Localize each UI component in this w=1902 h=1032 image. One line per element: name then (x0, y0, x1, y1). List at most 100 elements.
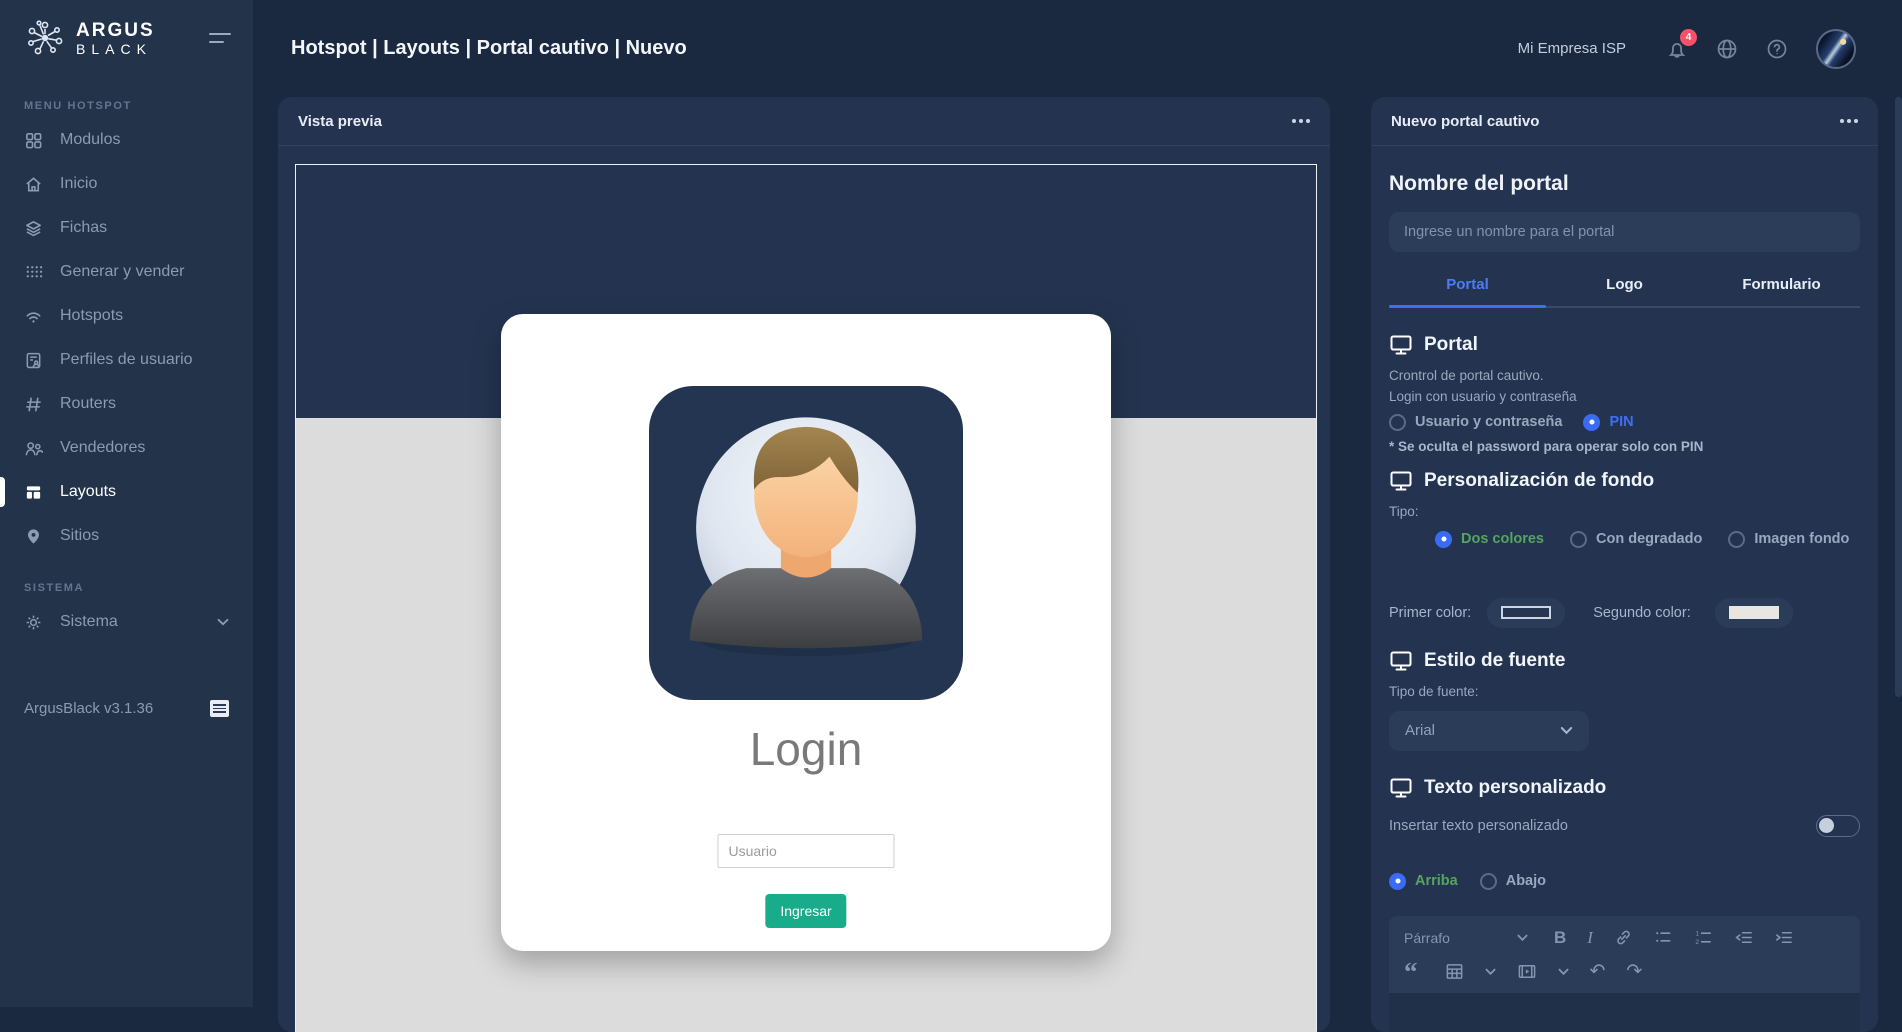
company-name: Mi Empresa ISP (1518, 40, 1626, 57)
globe-icon[interactable] (1715, 37, 1739, 61)
chevron-down-icon[interactable] (1485, 968, 1496, 976)
font-select[interactable]: Arial (1389, 711, 1589, 751)
svg-text:1: 1 (1695, 931, 1699, 938)
sidebar-item-routers[interactable]: Routers (0, 382, 253, 426)
sidebar-item-vendedores[interactable]: Vendedores (0, 426, 253, 470)
monitor-icon (1389, 777, 1413, 799)
sidebar-item-label: Sitios (60, 527, 99, 545)
tab-formulario[interactable]: Formulario (1703, 276, 1860, 306)
sidebar-item-label: Modulos (60, 131, 120, 149)
portal-name-input[interactable] (1389, 212, 1860, 252)
ellipsis-menu-icon[interactable] (1840, 119, 1858, 123)
portal-name-heading: Nombre del portal (1389, 172, 1860, 196)
sidebar-item-label: Sistema (60, 613, 118, 631)
section-title: Portal (1424, 334, 1478, 356)
editor-content-area[interactable] (1389, 993, 1860, 1032)
radio-usuario-contrasena[interactable] (1389, 414, 1406, 431)
section-title: Personalización de fondo (1424, 470, 1654, 492)
redo-icon[interactable]: ↷ (1626, 960, 1642, 983)
text-position-options: Arriba Abajo (1389, 873, 1860, 890)
login-username-input[interactable] (718, 834, 895, 868)
toolbar-row-2: “ ↶ ↷ (1404, 960, 1845, 984)
outdent-icon[interactable] (1734, 928, 1753, 947)
sidebar-item-sistema[interactable]: Sistema (0, 600, 253, 644)
background-section-heading: Personalización de fondo (1389, 470, 1860, 492)
app-version-label: ArgusBlack v3.1.36 (24, 700, 153, 717)
sidebar-item-generar-y-vender[interactable]: Generar y vender (0, 250, 253, 294)
radio-label-pin[interactable]: PIN (1609, 414, 1633, 430)
sidebar-item-modulos[interactable]: Modulos (0, 118, 253, 162)
sidebar-item-hotspots[interactable]: Hotspots (0, 294, 253, 338)
hash-icon (24, 395, 43, 414)
sidebar-item-label: Generar y vender (60, 263, 185, 281)
notifications-bell-icon[interactable]: 4 (1665, 37, 1689, 61)
pin-note: * Se oculta el password para operar solo… (1389, 439, 1860, 454)
tab-logo[interactable]: Logo (1546, 276, 1703, 306)
header-actions: Mi Empresa ISP 4 (1518, 29, 1856, 69)
insert-table-icon[interactable] (1445, 962, 1464, 981)
map-pin-icon (24, 527, 43, 546)
gear-icon (24, 613, 43, 632)
monitor-icon (1389, 650, 1413, 672)
page-scrollbar[interactable] (1895, 97, 1902, 1007)
layers-icon (24, 219, 43, 238)
sidebar-item-perfiles-de-usuario[interactable]: Perfiles de usuario (0, 338, 253, 382)
login-submit-button[interactable]: Ingresar (765, 894, 846, 928)
radio-label-dos-colores[interactable]: Dos colores (1461, 531, 1544, 547)
sidebar-collapse-icon[interactable] (209, 33, 231, 43)
bulleted-list-icon[interactable] (1654, 928, 1673, 947)
link-icon[interactable] (1614, 928, 1633, 947)
section-title: Estilo de fuente (1424, 650, 1565, 672)
sidebar-section-sistema: SISTEMA (0, 558, 253, 600)
radio-con-degradado[interactable] (1570, 531, 1587, 548)
sidebar-item-sitios[interactable]: Sitios (0, 514, 253, 558)
radio-label-usuario[interactable]: Usuario y contraseña (1415, 414, 1562, 430)
radio-label-imagen-fondo[interactable]: Imagen fondo (1754, 531, 1849, 547)
argus-network-logo-icon (24, 17, 66, 59)
blockquote-icon[interactable]: “ (1404, 965, 1418, 979)
sidebar-item-inicio[interactable]: Inicio (0, 162, 253, 206)
font-select-value: Arial (1405, 722, 1435, 739)
undo-icon[interactable]: ↶ (1590, 960, 1606, 983)
login-title: Login (501, 722, 1111, 776)
second-color-swatch (1729, 606, 1779, 619)
radio-pin[interactable] (1583, 414, 1600, 431)
sidebar-item-layouts[interactable]: Layouts (0, 470, 253, 514)
ellipsis-menu-icon[interactable] (1292, 119, 1310, 123)
radio-dos-colores[interactable] (1435, 531, 1452, 548)
custom-text-toggle[interactable] (1816, 815, 1860, 837)
radio-abajo[interactable] (1480, 873, 1497, 890)
radio-label-arriba[interactable]: Arriba (1415, 873, 1458, 889)
radio-label-abajo[interactable]: Abajo (1506, 873, 1546, 889)
insert-media-icon[interactable] (1517, 962, 1537, 981)
svg-text:2: 2 (1695, 939, 1699, 946)
bold-button[interactable]: B (1554, 928, 1566, 948)
second-color-label: Segundo color: (1593, 605, 1691, 621)
help-icon[interactable] (1765, 37, 1789, 61)
radio-label-con-degradado[interactable]: Con degradado (1596, 531, 1702, 547)
user-profile-file-icon (24, 351, 43, 370)
radio-arriba[interactable] (1389, 873, 1406, 890)
chevron-down-icon[interactable] (1558, 968, 1569, 976)
italic-button[interactable]: I (1587, 928, 1593, 948)
paragraph-style-dropdown[interactable]: Párrafo (1404, 930, 1496, 946)
user-avatar[interactable] (1816, 29, 1856, 69)
first-color-label: Primer color: (1389, 605, 1471, 621)
sidebar-item-fichas[interactable]: Fichas (0, 206, 253, 250)
tab-portal[interactable]: Portal (1389, 276, 1546, 306)
logo-line1: ARGUS (76, 21, 155, 40)
chevron-down-icon (217, 618, 229, 626)
chevron-down-icon[interactable] (1517, 934, 1528, 942)
second-color-picker[interactable] (1715, 598, 1793, 628)
first-color-picker[interactable] (1487, 598, 1565, 628)
portal-desc-line1: Crontrol de portal cautivo. (1389, 366, 1860, 387)
numbered-list-icon[interactable]: 12 (1694, 928, 1713, 947)
editor-toolbar: Párrafo B I 12 (1389, 916, 1860, 993)
radio-imagen-fondo[interactable] (1728, 531, 1745, 548)
logo-line2: BLACK (76, 42, 155, 56)
layout-icon (24, 483, 43, 502)
indent-icon[interactable] (1774, 928, 1793, 947)
color-pickers-row: Primer color: Segundo color: (1389, 598, 1860, 628)
scrollbar-thumb[interactable] (1895, 97, 1902, 697)
config-tabs: Portal Logo Formulario (1389, 276, 1860, 308)
